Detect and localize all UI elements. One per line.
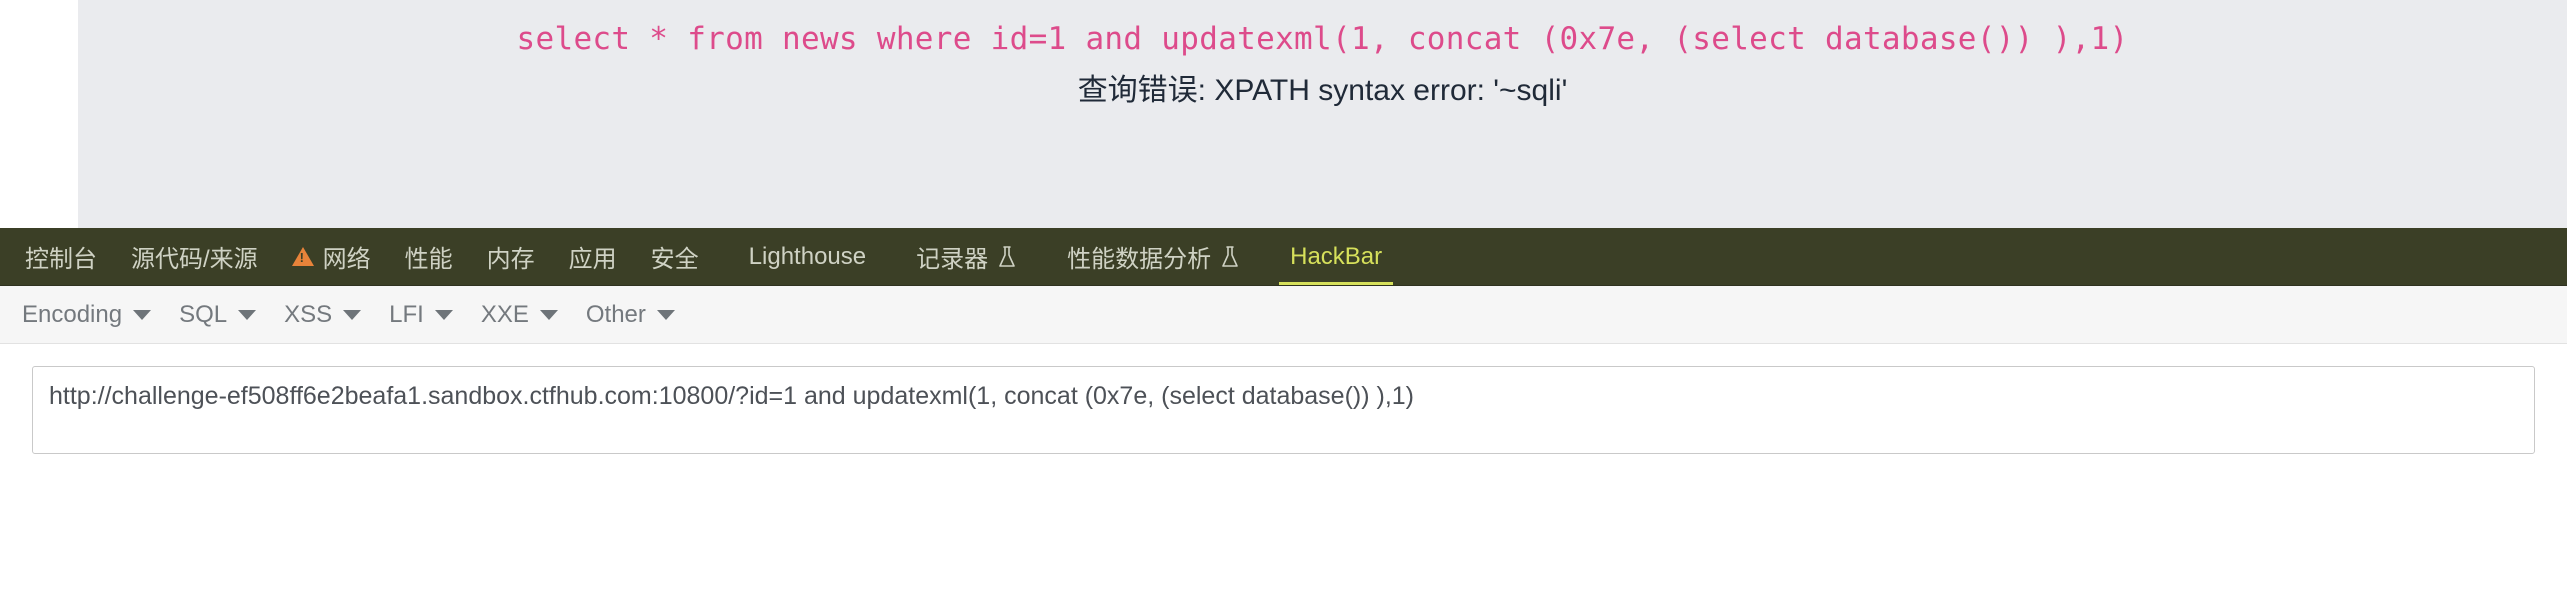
menu-label: Encoding: [22, 300, 123, 328]
menu-sql[interactable]: SQL: [165, 295, 270, 335]
menu-label: SQL: [179, 300, 228, 328]
menu-lfi[interactable]: LFI: [375, 295, 467, 335]
tab-label: 安全: [650, 246, 699, 273]
menu-xxe[interactable]: XXE: [467, 295, 572, 335]
chevron-down-icon: [238, 309, 257, 320]
browser-window: select * from news where id=1 and update…: [0, 0, 2567, 594]
tab-label: Lighthouse: [748, 242, 867, 270]
chevron-down-icon: [539, 309, 558, 320]
flask-icon: [1220, 245, 1240, 269]
tab-application[interactable]: 应用: [552, 228, 634, 285]
tab-performance-insights[interactable]: 性能数据分析: [1050, 228, 1257, 285]
tab-label: 内存: [486, 246, 535, 273]
devtools-tab-bar: 控制台 源代码/来源 网络 性能 内存 应用 安全 Lighthouse 记录器: [0, 228, 2567, 286]
tab-label: 网络: [322, 246, 371, 273]
tab-label: HackBar: [1290, 242, 1383, 270]
tab-label: 性能: [404, 246, 453, 273]
tab-lighthouse[interactable]: Lighthouse: [732, 228, 883, 285]
url-field-wrapper: [0, 344, 2567, 459]
sql-error-message: 查询错误: XPATH syntax error: '~sqli': [1077, 73, 1568, 107]
chevron-down-icon: [133, 309, 152, 320]
hackbar-toolbar: Encoding SQL XSS LFI XXE Other: [0, 286, 2567, 344]
menu-label: Other: [585, 300, 646, 328]
menu-other[interactable]: Other: [572, 295, 689, 335]
hackbar-panel: Encoding SQL XSS LFI XXE Other: [0, 286, 2567, 594]
menu-label: XXE: [480, 300, 529, 328]
menu-xss[interactable]: XSS: [270, 295, 375, 335]
url-input[interactable]: [32, 366, 2535, 454]
page-content: select * from news where id=1 and update…: [78, 0, 2567, 109]
tab-memory[interactable]: 内存: [470, 228, 552, 285]
page-render-area: select * from news where id=1 and update…: [0, 0, 2567, 228]
tab-console[interactable]: 控制台: [8, 228, 114, 285]
flask-icon: [997, 245, 1017, 269]
chevron-down-icon: [343, 309, 362, 320]
tab-label: 源代码/来源: [131, 246, 258, 273]
tab-performance[interactable]: 性能: [388, 228, 470, 285]
menu-label: XSS: [284, 300, 333, 328]
tab-label: 应用: [568, 246, 617, 273]
tab-hackbar[interactable]: HackBar: [1273, 228, 1399, 285]
chevron-down-icon: [656, 309, 675, 320]
tab-label: 性能数据分析: [1067, 246, 1212, 273]
warning-icon: [291, 247, 314, 266]
tab-network[interactable]: 网络: [275, 228, 388, 285]
sql-query-text: select * from news where id=1 and update…: [516, 21, 2129, 57]
tab-sources[interactable]: 源代码/来源: [114, 228, 275, 285]
menu-label: LFI: [389, 300, 424, 328]
tab-label: 控制台: [25, 246, 97, 273]
tab-security[interactable]: 安全: [634, 228, 716, 285]
menu-encoding[interactable]: Encoding: [8, 295, 165, 335]
tab-label: 记录器: [916, 246, 989, 273]
tab-recorder[interactable]: 记录器: [899, 228, 1034, 285]
chevron-down-icon: [434, 309, 453, 320]
page-viewport: select * from news where id=1 and update…: [78, 0, 2567, 228]
